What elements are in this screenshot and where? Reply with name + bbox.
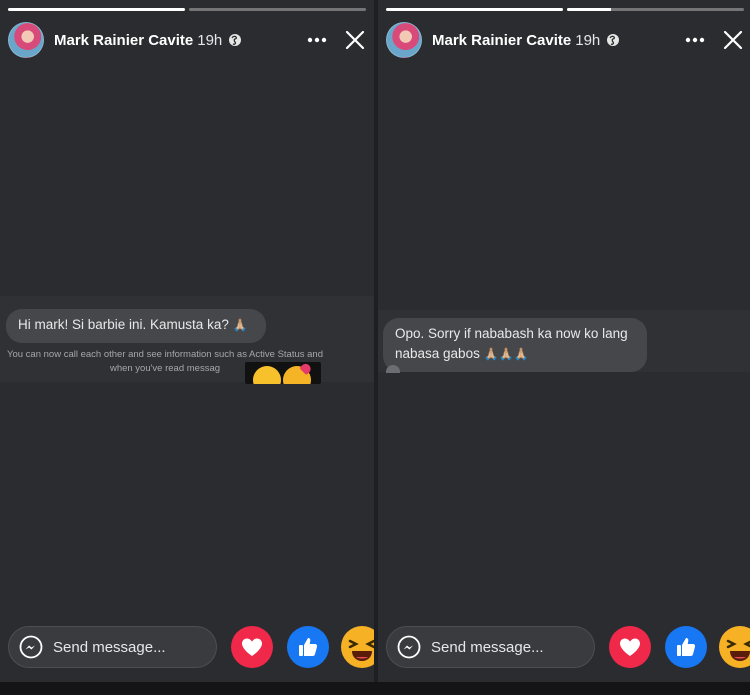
pray-emoji: 🙏🏼🙏🏼🙏🏼 — [483, 347, 529, 361]
thumbs-up-icon — [299, 638, 318, 656]
story-progress — [8, 8, 366, 11]
send-message-placeholder: Send message... — [431, 638, 544, 656]
story-header: Mark Rainier Cavite 19h — [386, 22, 744, 58]
chat-bubble: Opo. Sorry if nababash ka now ko lang na… — [383, 318, 647, 372]
like-reaction-button[interactable] — [665, 626, 707, 668]
messenger-icon — [19, 635, 43, 659]
post-time: 19h — [575, 31, 601, 49]
bottom-bar — [0, 682, 750, 695]
laughing-face-icon — [348, 639, 374, 661]
emoji-sticker — [245, 362, 321, 384]
story-header: Mark Rainier Cavite 19h — [8, 22, 366, 58]
progress-segment — [189, 8, 366, 11]
globe-icon — [228, 33, 242, 47]
progress-segment — [567, 8, 744, 11]
chat-message: Hi mark! Si barbie ini. Kamusta ka? — [18, 317, 229, 332]
story-progress — [386, 8, 744, 11]
seen-avatar — [386, 365, 400, 373]
story-panel-right: Mark Rainier Cavite 19h Opo. Sorry if na… — [378, 0, 750, 682]
pray-emoji: 🙏🏼 — [232, 318, 248, 332]
haha-reaction-button[interactable] — [341, 626, 374, 668]
story-panel-left: Mark Rainier Cavite 19h Hi mark! Si barb… — [0, 0, 374, 682]
love-reaction-button[interactable] — [609, 626, 651, 668]
progress-segment — [8, 8, 185, 11]
send-message-placeholder: Send message... — [53, 638, 166, 656]
heart-icon — [620, 638, 640, 656]
post-time: 19h — [197, 31, 223, 49]
author-name[interactable]: Mark Rainier Cavite — [432, 32, 571, 49]
close-icon[interactable] — [344, 29, 366, 51]
like-reaction-button[interactable] — [287, 626, 329, 668]
avatar[interactable] — [386, 22, 422, 58]
send-message-input[interactable]: Send message... — [8, 626, 217, 668]
progress-segment — [386, 8, 563, 11]
more-options-icon[interactable] — [684, 30, 706, 50]
chat-bubble: Hi mark! Si barbie ini. Kamusta ka? 🙏🏼 — [6, 309, 266, 343]
globe-icon — [606, 33, 620, 47]
love-reaction-button[interactable] — [231, 626, 273, 668]
heart-icon — [242, 638, 262, 656]
send-message-input[interactable]: Send message... — [386, 626, 595, 668]
avatar[interactable] — [8, 22, 44, 58]
author-name[interactable]: Mark Rainier Cavite — [54, 32, 193, 49]
sad-face-icon — [253, 366, 281, 384]
haha-reaction-button[interactable] — [719, 626, 750, 668]
more-options-icon[interactable] — [306, 30, 328, 50]
laughing-face-icon — [726, 639, 750, 661]
thumbs-up-icon — [677, 638, 696, 656]
messenger-icon — [397, 635, 421, 659]
close-icon[interactable] — [722, 29, 744, 51]
